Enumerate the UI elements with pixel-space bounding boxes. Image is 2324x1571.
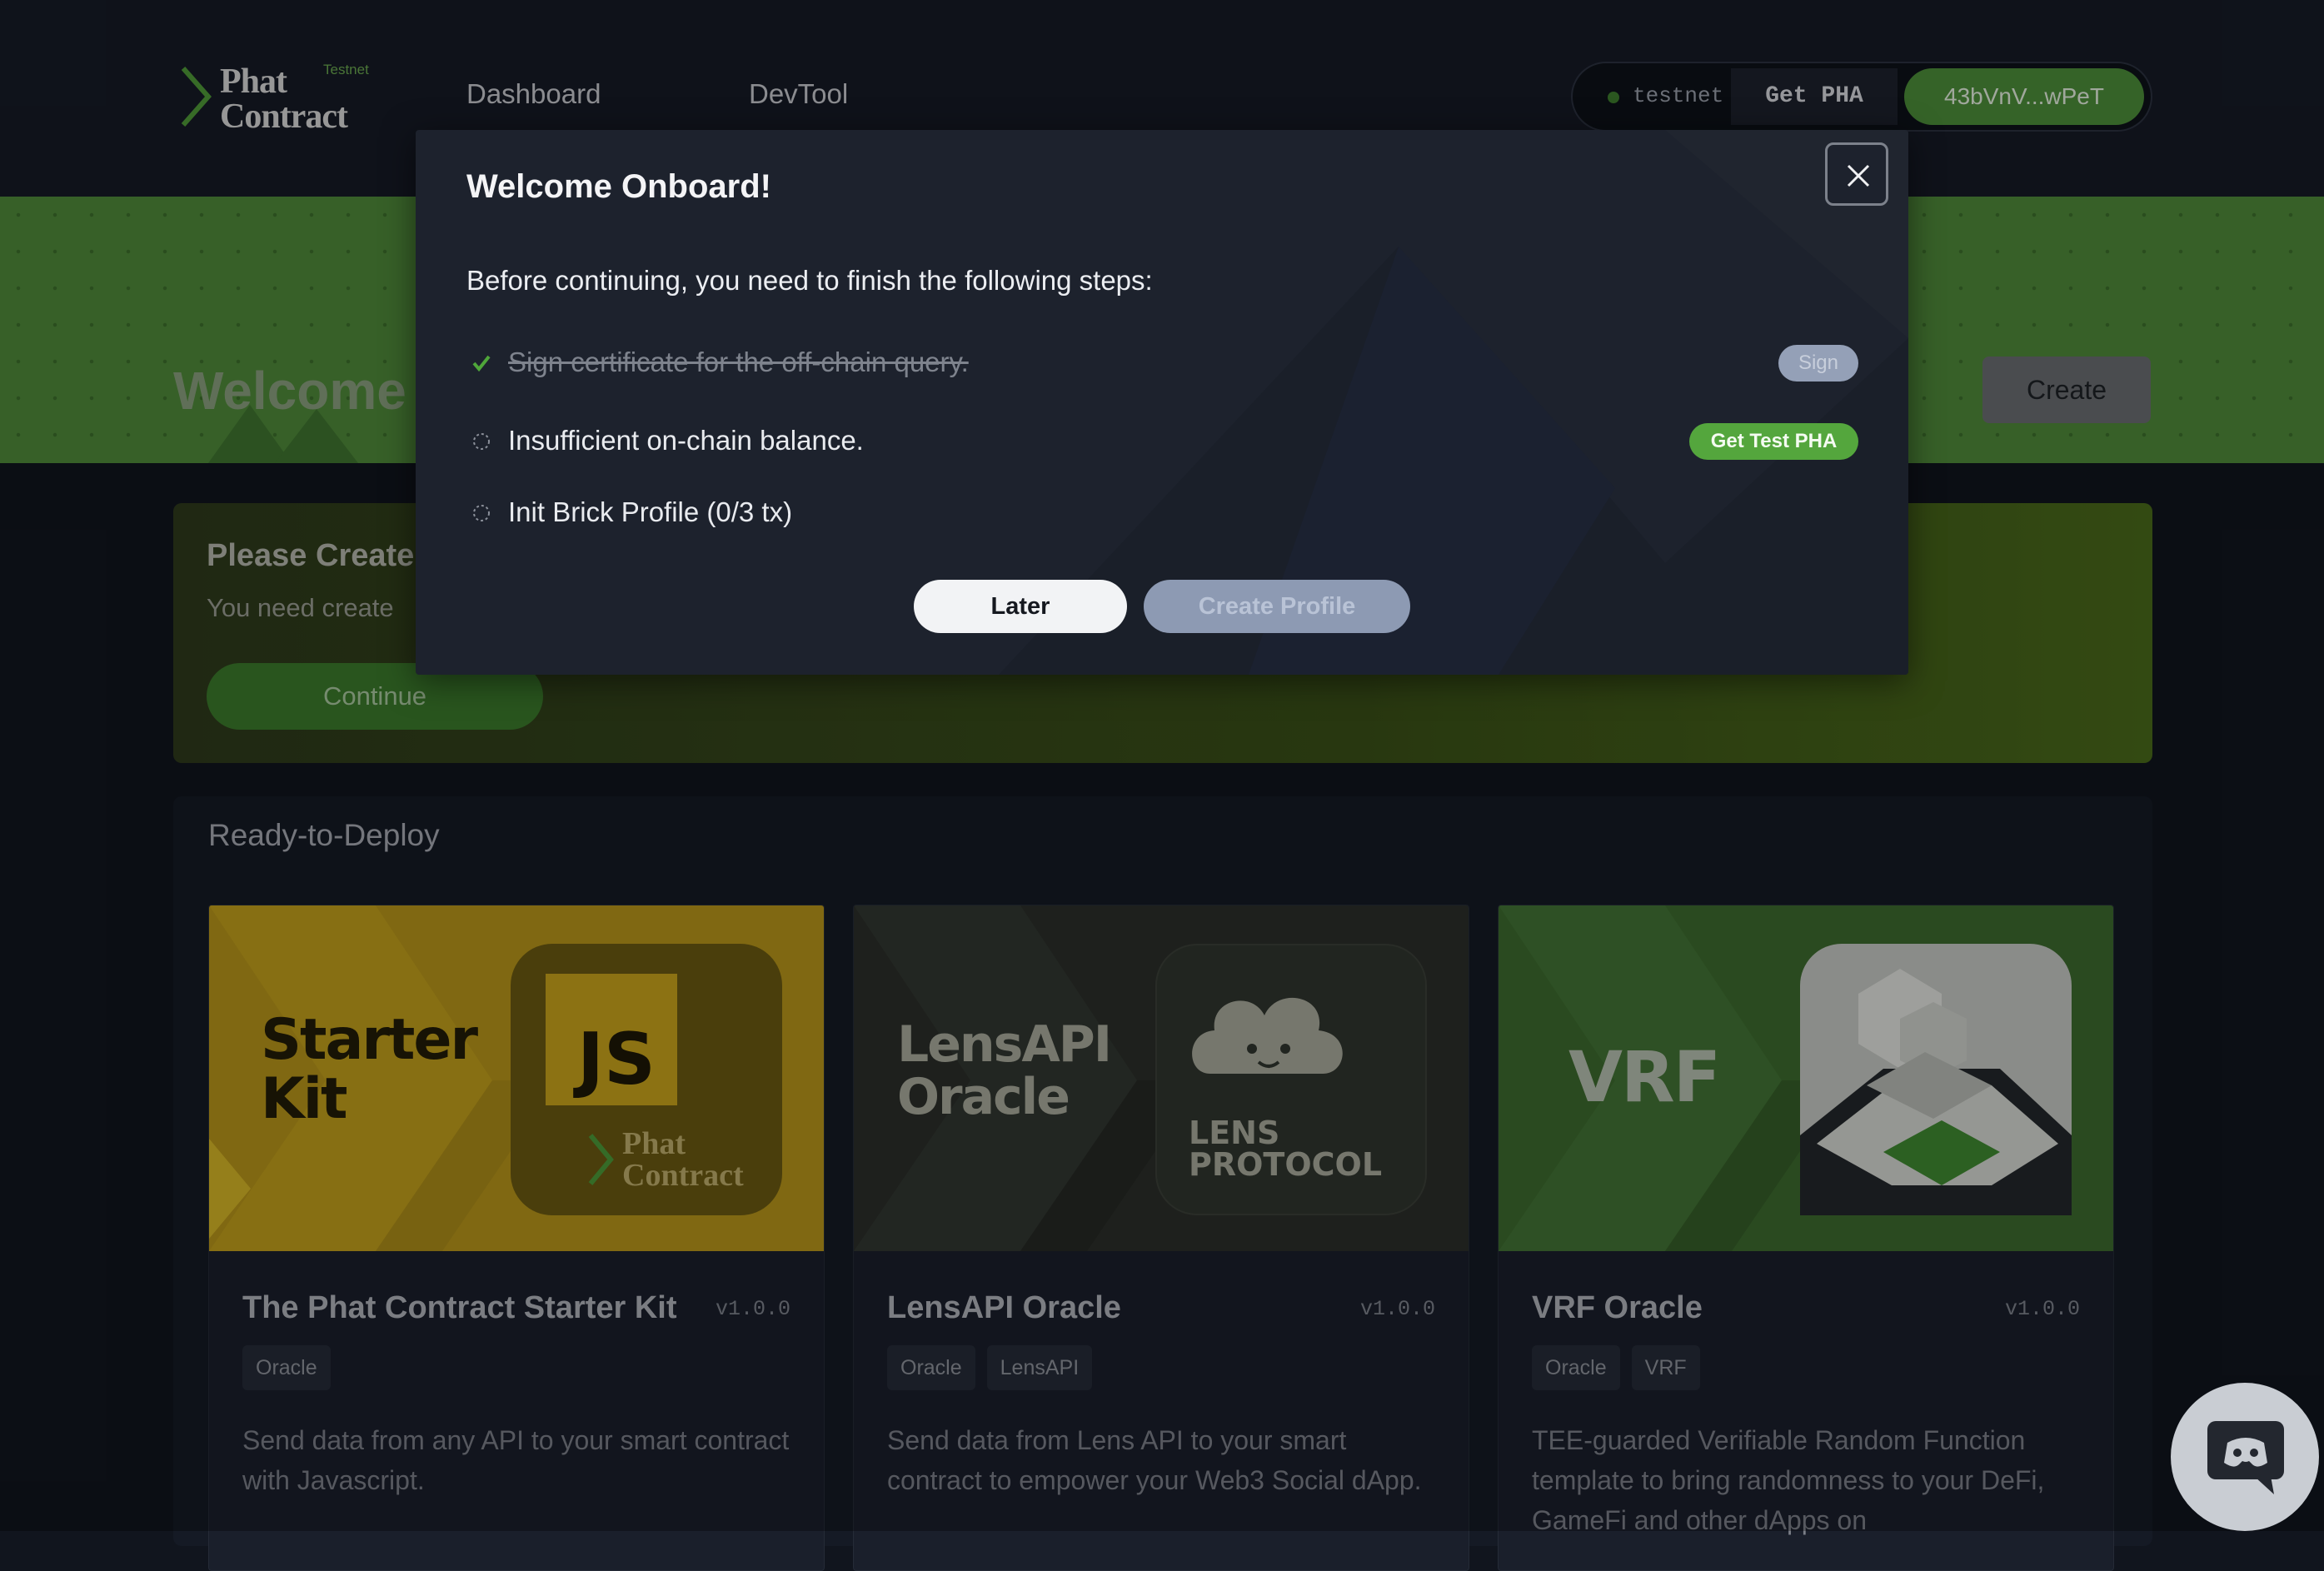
step-init-brick-profile: Init Brick Profile (0/3 tx) bbox=[471, 493, 1888, 535]
step-label: Insufficient on-chain balance. bbox=[508, 425, 864, 456]
sign-button[interactable]: Sign bbox=[1778, 345, 1858, 382]
pending-circle-icon bbox=[473, 505, 490, 521]
step-balance: Insufficient on-chain balance. bbox=[471, 421, 1888, 463]
check-icon bbox=[472, 355, 491, 372]
step-label: Init Brick Profile (0/3 tx) bbox=[508, 496, 793, 527]
pending-circle-icon bbox=[473, 433, 490, 450]
later-button[interactable]: Later bbox=[914, 580, 1127, 633]
discord-chat-button[interactable] bbox=[2171, 1383, 2319, 1531]
step-sign-certificate: Sign certificate for the off-chain query… bbox=[471, 343, 1888, 385]
welcome-onboard-dialog: Welcome Onboard! Before continuing, you … bbox=[416, 130, 1908, 675]
get-test-pha-button[interactable]: Get Test PHA bbox=[1689, 423, 1858, 460]
discord-icon bbox=[2207, 1421, 2284, 1494]
close-icon bbox=[1847, 164, 1870, 187]
close-button[interactable] bbox=[1825, 142, 1888, 206]
create-profile-button[interactable]: Create Profile bbox=[1144, 580, 1410, 633]
dialog-title: Welcome Onboard! bbox=[466, 168, 771, 205]
dialog-intro: Before continuing, you need to finish th… bbox=[466, 265, 1153, 296]
step-label: Sign certificate for the off-chain query… bbox=[508, 347, 969, 377]
